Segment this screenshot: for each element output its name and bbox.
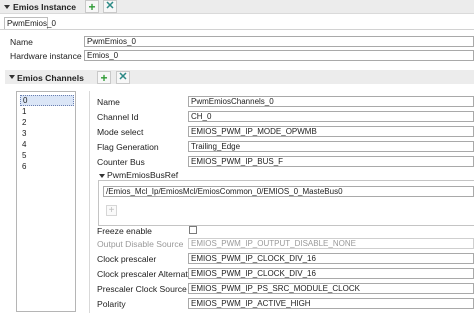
clock-prescaler-field[interactable]: EMIOS_PWM_IP_CLOCK_DIV_16 [188, 253, 474, 264]
x-icon: ✕ [105, 0, 115, 12]
freeze-enable-checkbox[interactable] [189, 226, 197, 234]
flag-generation-field[interactable]: Trailing_Edge [188, 141, 474, 152]
tab-underline [0, 29, 474, 30]
instance-name-label: Name [10, 37, 33, 47]
plus-icon: + [88, 0, 96, 14]
polarity-field[interactable]: EMIOS_PWM_IP_ACTIVE_HIGH [188, 298, 474, 309]
channel-id-field[interactable]: CH_0 [188, 111, 474, 122]
collapse-triangle-icon[interactable] [4, 5, 10, 9]
hardware-instance-field[interactable]: Emios_0 [84, 50, 474, 61]
channel-list-item[interactable]: 3 [20, 128, 74, 139]
plus-icon: + [100, 70, 108, 85]
channel-list-item[interactable]: 0 [20, 95, 74, 106]
collapse-triangle-icon[interactable] [99, 174, 105, 178]
hardware-instance-label: Hardware instance [10, 51, 82, 61]
instance-name-field[interactable]: PwmEmios_0 [84, 36, 474, 47]
channel-list-item[interactable]: 2 [20, 117, 74, 128]
x-icon: ✕ [118, 71, 128, 83]
freeze-enable-label: Freeze enable [97, 226, 152, 236]
prescaler-clock-source-field[interactable]: EMIOS_PWM_IP_PS_SRC_MODULE_CLOCK [188, 283, 474, 294]
plus-icon: + [108, 205, 115, 216]
add-instance-button[interactable]: + [85, 0, 99, 13]
mode-select-label: Mode select [97, 127, 144, 137]
channel-list-item[interactable]: 5 [20, 150, 74, 161]
collapse-triangle-icon[interactable] [9, 75, 15, 79]
tab-pwmemios-0[interactable]: PwmEmios_0 [4, 17, 56, 29]
channel-list-item[interactable]: 1 [20, 106, 74, 117]
clock-prescaler-label: Clock prescaler [97, 254, 157, 264]
busref-path-field[interactable]: /Emios_Mcl_Ip/EmiosMcl/EmiosCommon_0/EMI… [103, 186, 474, 197]
add-channel-button[interactable]: + [97, 71, 111, 84]
remove-instance-button[interactable]: ✕ [103, 0, 117, 13]
channel-list-item[interactable]: 4 [20, 139, 74, 150]
channel-name-label: Name [97, 97, 120, 107]
counter-bus-field[interactable]: EMIOS_PWM_IP_BUS_F [188, 156, 474, 167]
channel-list-item[interactable]: 6 [20, 161, 74, 172]
output-disable-source-field: EMIOS_PWM_IP_OUTPUT_DISABLE_NONE [188, 238, 474, 249]
clock-prescaler-alternate-label: Clock prescaler Alternate [97, 269, 193, 279]
channel-id-label: Channel Id [97, 112, 139, 122]
pane-divider[interactable] [89, 91, 90, 313]
channel-name-field[interactable]: PwmEmiosChannels_0 [188, 96, 474, 107]
flag-generation-label: Flag Generation [97, 142, 159, 152]
clock-prescaler-alternate-field[interactable]: EMIOS_PWM_IP_CLOCK_DIV_16 [188, 268, 474, 279]
counter-bus-label: Counter Bus [97, 157, 145, 167]
remove-channel-button[interactable]: ✕ [116, 71, 130, 84]
channel-list[interactable]: 0 1 2 3 4 5 6 [16, 91, 76, 312]
polarity-label: Polarity [97, 299, 126, 309]
emios-instance-title: Emios Instance [13, 2, 77, 12]
emios-channels-title: Emios Channels [17, 73, 84, 83]
output-disable-source-label: Output Disable Source [97, 239, 184, 249]
add-busref-button[interactable]: + [106, 205, 117, 216]
mode-select-field[interactable]: EMIOS_PWM_IP_MODE_OPWMB [188, 126, 474, 137]
prescaler-clock-source-label: Prescaler Clock Source [97, 284, 187, 294]
pwm-emios-busref-title: PwmEmiosBusRef [107, 170, 179, 180]
